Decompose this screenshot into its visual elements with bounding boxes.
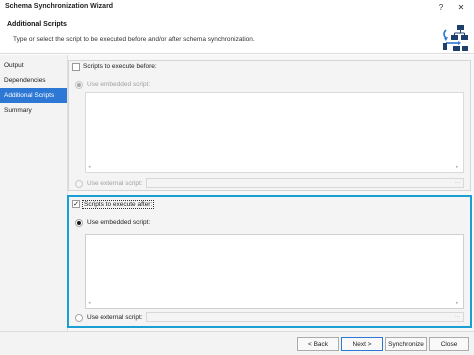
before-scripts-label: Scripts to execute before: xyxy=(83,63,157,70)
after-scripts-checkbox[interactable]: ✓ xyxy=(72,200,80,208)
after-browse-button[interactable]: ... xyxy=(452,313,463,321)
scroll-left-icon[interactable]: ◂ xyxy=(88,300,91,306)
after-external-label: Use external script: xyxy=(87,314,143,321)
before-embedded-script-editor[interactable]: ◂ ▸ xyxy=(85,92,464,173)
page-title: Additional Scripts xyxy=(7,21,67,28)
synchronize-button[interactable]: Synchronize xyxy=(385,337,427,351)
title-bar: Schema Synchronization Wizard ? ✕ xyxy=(0,0,474,14)
radio-dot xyxy=(77,221,81,225)
before-scripts-checkbox[interactable] xyxy=(72,63,80,71)
scroll-right-icon[interactable]: ▸ xyxy=(456,300,459,306)
after-embedded-script-editor[interactable]: ◂ ▸ xyxy=(85,234,464,309)
next-button[interactable]: Next > xyxy=(341,337,383,351)
help-icon[interactable]: ? xyxy=(434,1,448,13)
after-external-radio[interactable] xyxy=(75,314,83,322)
close-button[interactable]: Close xyxy=(429,337,469,351)
scroll-right-icon[interactable]: ▸ xyxy=(456,164,459,170)
wizard-sidebar: Output Dependencies Additional Scripts S… xyxy=(0,55,68,331)
radio-dot xyxy=(77,83,81,87)
schema-sync-icon xyxy=(443,25,468,51)
after-scripts-label: Scripts to execute after: xyxy=(82,200,155,209)
window-title: Schema Synchronization Wizard xyxy=(5,3,114,10)
scroll-left-icon[interactable]: ◂ xyxy=(88,164,91,170)
after-embedded-radio[interactable] xyxy=(75,219,83,227)
before-embedded-radio[interactable] xyxy=(75,81,83,89)
before-browse-button[interactable]: ... xyxy=(452,179,463,187)
sidebar-item-output[interactable]: Output xyxy=(0,58,67,73)
before-external-label: Use external script: xyxy=(87,180,143,187)
page-description: Type or select the script to be executed… xyxy=(13,36,255,43)
wizard-header: Additional Scripts Type or select the sc… xyxy=(0,14,474,54)
before-external-radio[interactable] xyxy=(75,180,83,188)
after-external-path-input[interactable]: ... xyxy=(146,312,464,322)
before-embedded-label: Use embedded script: xyxy=(87,81,151,88)
close-window-icon[interactable]: ✕ xyxy=(454,1,468,13)
sidebar-item-summary[interactable]: Summary xyxy=(0,103,67,118)
sidebar-item-dependencies[interactable]: Dependencies xyxy=(0,73,67,88)
before-external-path-input[interactable]: ... xyxy=(146,178,464,188)
sidebar-item-additional-scripts[interactable]: Additional Scripts xyxy=(0,88,67,103)
back-button[interactable]: < Back xyxy=(297,337,339,351)
after-embedded-label: Use embedded script: xyxy=(87,219,151,226)
